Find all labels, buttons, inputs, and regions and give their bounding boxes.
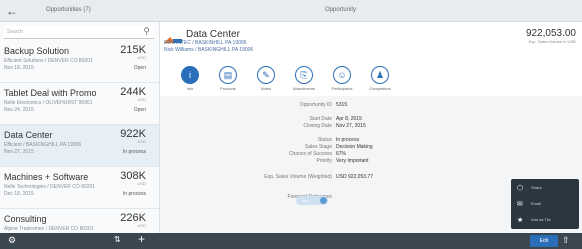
search-placeholder: Search: [7, 29, 23, 35]
field-label: Opportunity ID: [299, 102, 332, 108]
field-label: Chance of Success: [288, 151, 332, 157]
list-item-selected[interactable]: Data Center 922K USD Efficient / BASKING…: [0, 125, 159, 167]
field-value: In process: [336, 137, 360, 143]
item-title: Consulting: [4, 214, 47, 224]
item-title: Backup Solution: [4, 46, 70, 56]
tab-label: Competitors: [369, 86, 391, 91]
item-account: Alpine Tradesmen / DENVER CO 80201: [4, 226, 94, 232]
item-account: Efficient Solutions / DENVER CO 80201: [4, 58, 93, 64]
master-list: Search ⚲ Backup Solution 215K USD Effici…: [0, 22, 160, 233]
tab-notes[interactable]: ✎ Notes: [250, 66, 282, 91]
field-value: Apr 8, 2015: [336, 116, 362, 122]
item-date: Nov 24, 2015: [4, 107, 34, 113]
item-currency: USD: [137, 139, 146, 144]
contact-link[interactable]: Nick Williams / BASKINGHILL PA 19006: [164, 47, 253, 53]
item-account: Nelle Electronics / OLIVEHURST 95961: [4, 100, 93, 106]
field-label: Sales Stage: [305, 144, 332, 150]
menu-item-add-tile[interactable]: ★ Add as Tile: [511, 212, 579, 228]
field-value: 5315: [336, 102, 348, 108]
item-currency: USD: [137, 97, 146, 102]
field-label: Status: [317, 137, 332, 143]
field-value: Nov 27, 2015: [336, 123, 366, 129]
add-icon[interactable]: +: [138, 232, 145, 246]
back-arrow-icon[interactable]: ←: [6, 4, 18, 18]
item-status: Open: [133, 65, 146, 71]
item-status: In process: [122, 149, 146, 155]
participants-icon: ☺: [333, 66, 351, 84]
tab-competitors[interactable]: ♟ Competitors: [364, 66, 396, 91]
tab-label: Info: [186, 86, 194, 91]
item-title: Tablet Deal with Promo: [4, 88, 97, 98]
detail-title: Opportunity: [325, 7, 357, 13]
share-icon: ⬡: [517, 185, 524, 192]
field-value: 67%: [336, 151, 347, 157]
favorite-icon: ★: [517, 217, 524, 224]
menu-item-share[interactable]: ⬡ Share: [511, 180, 579, 196]
object-header: Data Center 922,053.00 Exp. Sales Volume…: [160, 22, 582, 92]
item-account: Efficient / BASKINGHILL PA 19006: [4, 142, 82, 148]
tab-label: Attachments: [292, 86, 316, 91]
footer-bar: ⚙ ⇅ + Edit ⇧: [0, 232, 582, 249]
tab-label: Products: [220, 86, 236, 91]
search-field[interactable]: Search ⚲: [4, 26, 154, 39]
list-item[interactable]: Machines + Software 308K USD Nelle Techn…: [0, 167, 159, 209]
field-value: Decision Making: [336, 144, 373, 150]
gear-icon[interactable]: ⚙: [8, 235, 16, 246]
list-item[interactable]: Tablet Deal with Promo 244K USD Nelle El…: [0, 83, 159, 125]
switch-knob: [320, 197, 327, 204]
item-title: Data Center: [4, 130, 53, 140]
field-value: Very Important: [336, 158, 369, 164]
tab-label: Notes: [260, 86, 272, 91]
menu-item-label: Share: [531, 185, 542, 190]
field-label: Exp. Sales Volume (Weighted): [264, 174, 332, 180]
item-currency: USD: [137, 181, 146, 186]
field-label: Priority: [316, 158, 332, 164]
item-status: Open: [133, 107, 146, 113]
tab-attachments[interactable]: ⎘ Attachments: [288, 66, 320, 91]
icon-tab-bar: i Info ▤ Products ✎ Notes ⎘ Attachments …: [160, 66, 582, 92]
tab-info[interactable]: i Info: [174, 66, 206, 91]
item-currency: USD: [137, 55, 146, 60]
detail-heading: Data Center: [186, 29, 240, 40]
menu-item-label: Add as Tile: [531, 217, 551, 222]
tab-participants[interactable]: ☺ Participants: [326, 66, 358, 91]
master-list-title: Opportunities (7): [46, 7, 91, 13]
info-icon: i: [181, 66, 199, 84]
tab-products[interactable]: ▤ Products: [212, 66, 244, 91]
field-value: USD 922,053.77: [336, 174, 373, 180]
filter-icon[interactable]: ⇅: [114, 235, 121, 244]
mail-icon: ✉: [517, 201, 523, 208]
edit-button[interactable]: Edit: [530, 235, 558, 247]
list-item[interactable]: Consulting 226K USD Alpine Tradesmen / D…: [0, 209, 159, 233]
item-title: Machines + Software: [4, 172, 89, 182]
item-date: Nov 18, 2015: [4, 65, 34, 71]
field-label: Start Date: [309, 116, 332, 122]
products-icon: ▤: [219, 66, 237, 84]
item-account: Nelle Technologies / DENVER CO 80201: [4, 184, 96, 190]
competitors-icon: ♟: [371, 66, 389, 84]
menu-item-label: Email: [531, 201, 542, 206]
item-currency: USD: [137, 223, 146, 228]
item-date: Dec 18, 2015: [4, 191, 34, 197]
sales-volume-label: Exp. Sales Volume in USD: [528, 39, 576, 44]
account-link[interactable]: EDVANTEC / BASKINHILL PA 19006: [164, 40, 246, 46]
attachment-icon: ⎘: [295, 66, 313, 84]
notes-icon: ✎: [257, 66, 275, 84]
field-label: Closing Date: [303, 123, 332, 129]
forecast-relevance-switch[interactable]: Yes: [296, 196, 328, 205]
search-icon[interactable]: ⚲: [143, 26, 150, 37]
switch-label: Yes: [301, 198, 308, 203]
item-date: Nov 27, 2015: [4, 149, 34, 155]
top-bar: ← Opportunities (7) Opportunity: [0, 0, 582, 22]
item-status: In process: [122, 191, 146, 197]
sales-volume: 922,053.00: [525, 28, 576, 39]
tab-label: Participants: [331, 86, 353, 91]
menu-item-email[interactable]: ✉ Email: [511, 196, 579, 212]
list-item[interactable]: Backup Solution 215K USD Efficient Solut…: [0, 41, 159, 83]
share-menu: ⬡ Share ✉ Email ★ Add as Tile: [511, 179, 579, 229]
share-icon[interactable]: ⇧: [562, 235, 570, 246]
